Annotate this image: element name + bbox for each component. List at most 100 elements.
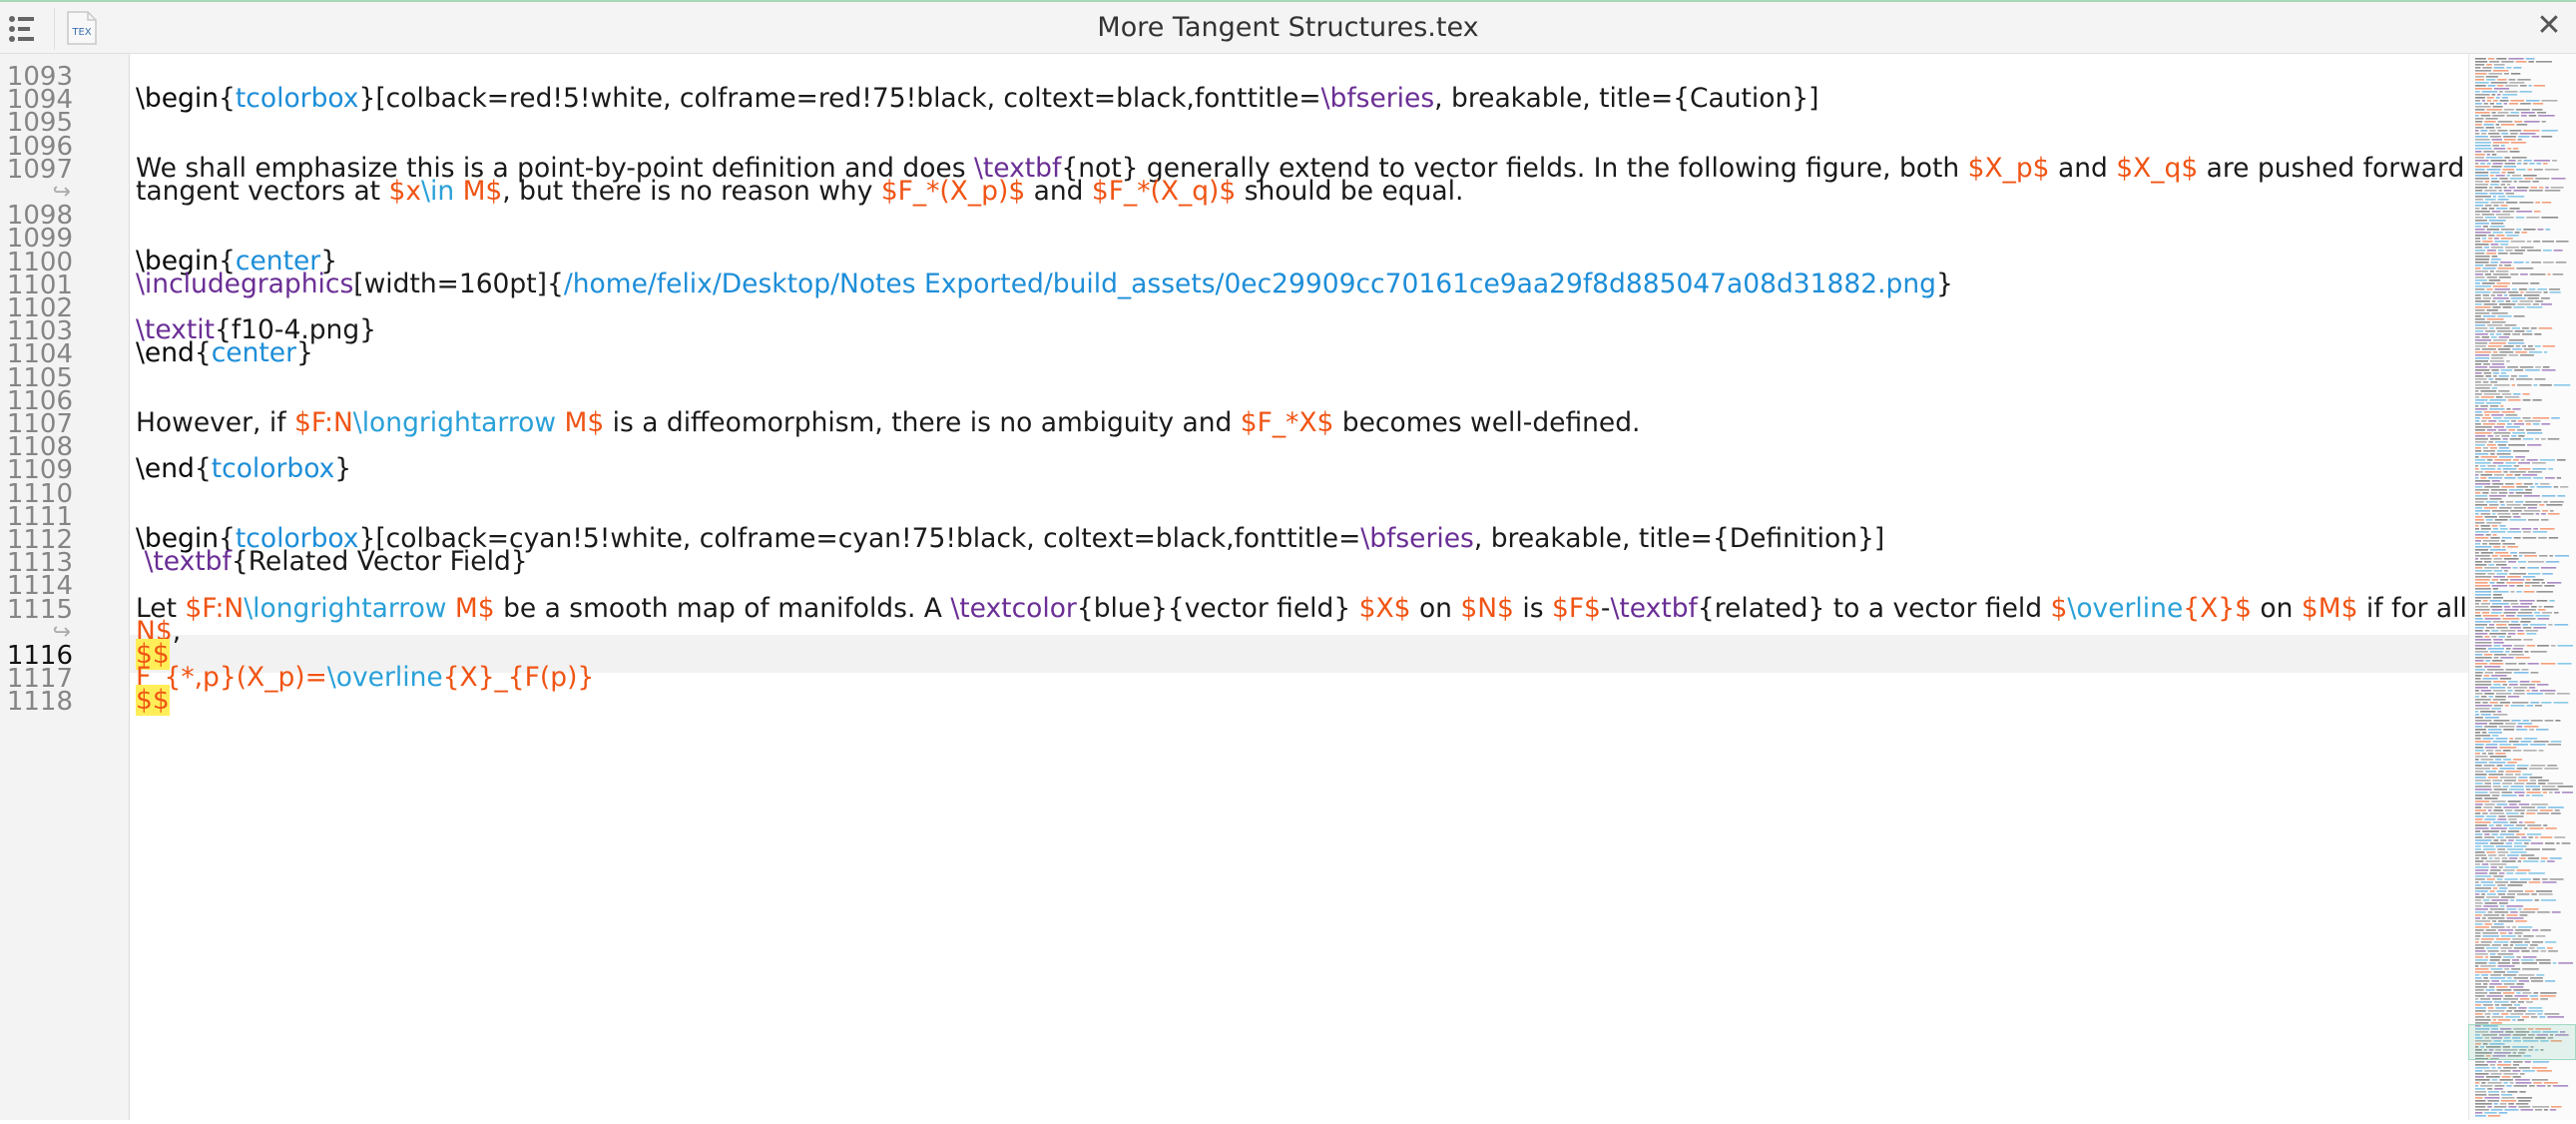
- minimap-stroke: [2514, 369, 2524, 371]
- minimap-stroke: [2475, 693, 2483, 695]
- minimap-stroke: [2503, 136, 2517, 138]
- minimap-stroke: [2509, 1082, 2514, 1084]
- minimap-stroke: [2506, 576, 2521, 578]
- minimap-stroke: [2475, 672, 2483, 674]
- minimap-stroke: [2549, 600, 2555, 602]
- minimap-stroke: [2511, 288, 2517, 290]
- minimap-stroke: [2475, 621, 2491, 623]
- minimap-stroke: [2475, 303, 2482, 305]
- minimap-stroke: [2495, 214, 2510, 216]
- minimap-stroke: [2522, 327, 2529, 329]
- minimap-stroke: [2530, 720, 2543, 722]
- minimap-stroke: [2502, 786, 2509, 788]
- minimap-stroke: [2475, 582, 2488, 584]
- minimap-stroke: [2486, 169, 2501, 171]
- minimap-stroke: [2501, 1094, 2513, 1096]
- minimap-stroke: [2494, 1088, 2503, 1090]
- minimap-stroke: [2491, 387, 2498, 389]
- minimap-stroke: [2492, 588, 2498, 590]
- minimap-stroke: [2488, 441, 2494, 443]
- minimap-stroke: [2532, 423, 2540, 425]
- minimap-stroke: [2487, 250, 2496, 252]
- minimap-stroke: [2538, 606, 2542, 608]
- code-line[interactable]: \begin{tcolorbox}[colback=red!5!white, c…: [136, 83, 1819, 114]
- minimap-stroke: [2505, 723, 2516, 725]
- minimap-stroke: [2540, 950, 2547, 952]
- minimap-stroke: [2547, 783, 2564, 785]
- minimap-stroke: [2480, 558, 2492, 560]
- minimap-stroke: [2527, 1010, 2544, 1012]
- code-line[interactable]: \textbf{Related Vector Field}: [136, 546, 527, 577]
- code-line[interactable]: Let $F:N\longrightarrow M$ be a smooth m…: [136, 593, 2468, 624]
- code-line[interactable]: However, if $F:N\longrightarrow M$ is a …: [136, 407, 1640, 438]
- minimap-stroke: [2531, 136, 2540, 138]
- minimap-stroke: [2525, 369, 2540, 371]
- minimap-stroke: [2519, 85, 2527, 87]
- minimap-stroke: [2549, 288, 2561, 290]
- minimap-stroke: [2489, 366, 2506, 368]
- minimap-stroke: [2480, 528, 2491, 530]
- close-icon[interactable]: ✕: [2534, 11, 2564, 42]
- minimap-stroke: [2490, 489, 2507, 491]
- code-line[interactable]: \end{tcolorbox}: [136, 453, 351, 484]
- minimap-stroke: [2475, 651, 2488, 653]
- minimap-stroke: [2491, 1067, 2496, 1069]
- minimap-stroke: [2520, 813, 2525, 815]
- minimap-stroke: [2514, 810, 2525, 812]
- minimap-stroke: [2503, 807, 2520, 809]
- minimap-stroke: [2503, 190, 2512, 192]
- line-number-gutter: 1093 1094 1095 1096 1097 ↪ 1098 1099 1100 1101 110…: [0, 54, 130, 1120]
- minimap-stroke: [2541, 786, 2556, 788]
- code-line[interactable]: \includegraphics[width=160pt]{/home/feli…: [136, 269, 1953, 299]
- code-editor[interactable]: \begin{tcolorbox}[colback=red!5!white, c…: [130, 54, 2468, 1120]
- minimap-stroke: [2535, 202, 2540, 204]
- minimap-stroke: [2524, 121, 2540, 123]
- minimap-stroke: [2475, 1001, 2492, 1003]
- minimap-stroke: [2494, 911, 2509, 913]
- minimap-stroke: [2526, 645, 2536, 647]
- code-line[interactable]: tangent vectors at $x\in M$, but there i…: [136, 176, 1463, 207]
- minimap-stroke: [2503, 333, 2511, 335]
- minimap-stroke: [2509, 178, 2523, 180]
- minimap-stroke: [2513, 947, 2527, 949]
- minimap-stroke: [2517, 384, 2532, 386]
- minimap-stroke: [2500, 567, 2511, 569]
- minimap-stroke: [2493, 375, 2497, 377]
- minimap-stroke: [2537, 618, 2550, 620]
- minimap-stroke: [2485, 771, 2497, 773]
- minimap-stroke: [2493, 339, 2507, 341]
- minimap-stroke: [2513, 843, 2523, 844]
- minimap-stroke: [2475, 941, 2479, 943]
- code-line[interactable]: \end{center}: [136, 337, 313, 368]
- minimap-stroke: [2516, 585, 2523, 587]
- minimap-stroke: [2549, 857, 2562, 859]
- minimap-stroke: [2482, 423, 2495, 425]
- minimap-stroke: [2475, 241, 2481, 243]
- code-line[interactable]: F_{*,p}(X_p)=\overline{X}_{F(p)}: [136, 662, 594, 693]
- minimap-stroke: [2489, 408, 2505, 410]
- minimap-stroke: [2511, 968, 2521, 970]
- minimap-stroke: [2501, 980, 2517, 982]
- minimap-stroke: [2514, 330, 2525, 332]
- minimap-stroke: [2489, 872, 2497, 874]
- minimap-stroke: [2509, 573, 2526, 575]
- minimap-stroke: [2501, 172, 2506, 174]
- minimap-stroke: [2486, 288, 2493, 290]
- minimap-stroke: [2518, 974, 2535, 976]
- minimap-viewport-indicator[interactable]: [2468, 1024, 2576, 1060]
- minimap-stroke: [2486, 995, 2503, 997]
- minimap-stroke: [2500, 205, 2508, 207]
- minimap-stroke: [2529, 274, 2546, 276]
- minimap-stroke: [2475, 741, 2491, 743]
- code-line[interactable]: $$: [136, 685, 170, 717]
- minimap-stroke: [2495, 327, 2510, 329]
- minimap-stroke: [2503, 187, 2507, 189]
- minimap-stroke: [2522, 720, 2529, 722]
- minimap-stroke: [2489, 992, 2501, 994]
- minimap-stroke: [2491, 256, 2498, 258]
- minimap-stroke: [2491, 112, 2496, 114]
- minimap-stroke: [2514, 792, 2525, 794]
- minimap-stroke: [2517, 860, 2522, 862]
- minimap-stroke: [2484, 837, 2495, 839]
- minimap[interactable]: [2468, 54, 2576, 1120]
